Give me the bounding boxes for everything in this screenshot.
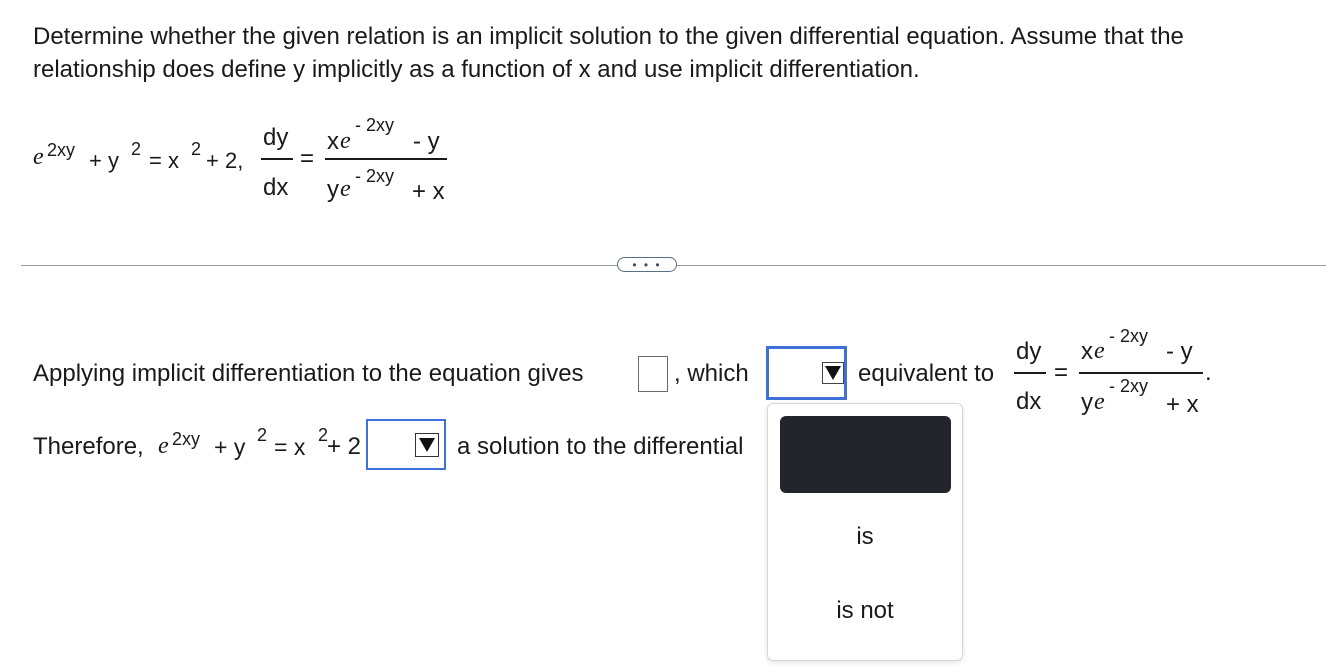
given-dx: dx bbox=[263, 174, 289, 201]
line1-equivalent-text: equivalent to bbox=[858, 360, 995, 387]
line1-dy: dy bbox=[1016, 338, 1042, 365]
line1-denominator-y: y bbox=[1081, 389, 1093, 416]
line1-rhs-fraction-bar bbox=[1079, 372, 1203, 374]
given-x-exponent: 2 bbox=[191, 139, 202, 159]
more-options-button[interactable]: • • • bbox=[617, 257, 677, 272]
given-denominator-e: e bbox=[340, 176, 351, 202]
given-numerator-e: e bbox=[340, 128, 351, 154]
given-numerator-exponent: - 2xy bbox=[355, 115, 395, 135]
given-e-base: e bbox=[33, 144, 44, 170]
line1-numerator-exponent: - 2xy bbox=[1109, 326, 1149, 346]
line1-numerator-e: e bbox=[1094, 338, 1105, 364]
given-plus-two: + 2, bbox=[206, 148, 244, 173]
solution-select[interactable] bbox=[366, 419, 446, 470]
problem-prompt: Determine whether the given relation is … bbox=[33, 23, 1184, 83]
equivalence-dropdown-menu: is is not bbox=[767, 403, 963, 661]
given-numerator-x: x bbox=[327, 128, 339, 155]
dropdown-highlighted-option[interactable] bbox=[780, 416, 951, 493]
given-denominator-exponent: - 2xy bbox=[355, 166, 395, 186]
derivative-answer-input[interactable] bbox=[638, 356, 668, 392]
dropdown-arrow-icon bbox=[419, 438, 435, 452]
given-denominator-y: y bbox=[327, 176, 339, 203]
equivalence-select[interactable] bbox=[766, 346, 847, 400]
line1-denominator-tail: + x bbox=[1166, 391, 1199, 418]
given-y-exponent: 2 bbox=[131, 139, 142, 159]
dropdown-arrow-icon bbox=[825, 366, 841, 380]
line1-equals-sign: = bbox=[1054, 359, 1069, 386]
line1-dydx-fraction-bar bbox=[1014, 372, 1046, 374]
line1-denominator-e: e bbox=[1094, 389, 1105, 415]
line2-equals-x: = x bbox=[274, 434, 306, 460]
line2-e-base: e bbox=[158, 433, 169, 459]
line2-plus-y: + y bbox=[214, 434, 246, 460]
line1-intro-text: Applying implicit differentiation to the… bbox=[33, 360, 584, 387]
dropdown-option-is[interactable]: is bbox=[768, 523, 962, 551]
line2-y-exponent: 2 bbox=[257, 425, 268, 445]
given-dy: dy bbox=[263, 124, 289, 151]
line2-plus-two: + 2 bbox=[327, 433, 362, 460]
given-denominator-tail: + x bbox=[412, 178, 445, 205]
line2-e-exponent: 2xy bbox=[172, 429, 201, 449]
line1-dx: dx bbox=[1016, 388, 1042, 415]
line1-numerator-tail: - y bbox=[1166, 338, 1193, 365]
given-e-exponent: 2xy bbox=[47, 140, 76, 160]
given-equals-x: = x bbox=[149, 148, 179, 173]
given-plus-y: + y bbox=[89, 148, 119, 173]
line1-numerator-x: x bbox=[1081, 338, 1093, 365]
line1-period: . bbox=[1205, 359, 1212, 386]
line2-solution-text: a solution to the differential bbox=[457, 433, 744, 460]
given-numerator-tail: - y bbox=[413, 128, 440, 155]
given-dydx-fraction-bar bbox=[261, 158, 293, 160]
line1-denominator-exponent: - 2xy bbox=[1109, 376, 1149, 396]
given-equals-sign: = bbox=[300, 145, 315, 172]
line1-which-text: , which bbox=[674, 360, 749, 387]
given-rhs-fraction-bar bbox=[325, 158, 447, 160]
line2-therefore: Therefore, bbox=[33, 433, 144, 460]
dropdown-option-is-not[interactable]: is not bbox=[768, 597, 962, 625]
